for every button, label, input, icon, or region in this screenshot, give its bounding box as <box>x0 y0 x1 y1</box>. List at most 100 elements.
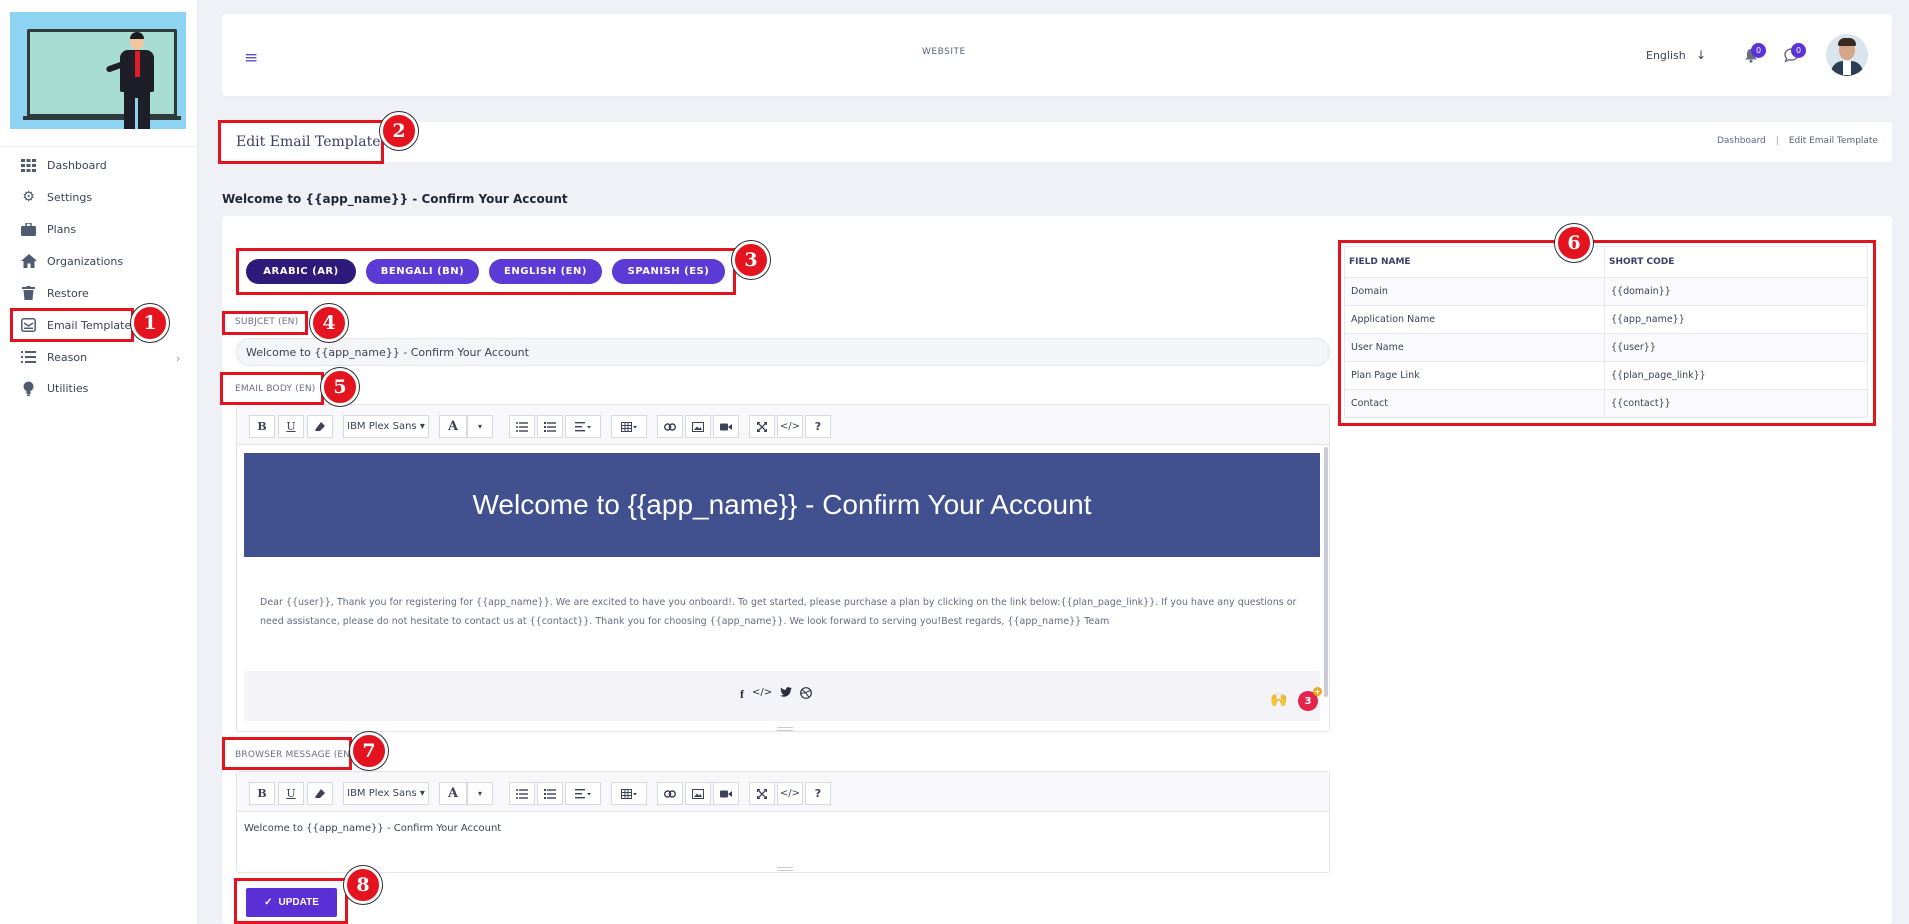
font-family-dropdown[interactable]: IBM Plex Sans ▾ <box>343 782 429 805</box>
list-icon <box>20 350 37 365</box>
bullet-list-icon[interactable] <box>509 415 535 438</box>
email-body-label: EMAIL BODY (EN) <box>235 384 316 394</box>
twitter-icon[interactable] <box>780 687 793 702</box>
browser-message-label: BROWSER MESSAGE (EN) <box>235 750 354 760</box>
help-button[interactable]: ? <box>805 782 831 805</box>
font-color-button[interactable]: A <box>439 415 467 438</box>
browser-message-text[interactable]: Welcome to {{app_name}} - Confirm Your A… <box>244 823 501 834</box>
email-footer: f </> 🙌 3 <box>244 671 1322 721</box>
eraser-icon[interactable] <box>307 415 333 438</box>
editor-scrollbar[interactable] <box>1324 447 1328 697</box>
short-code-cell: {{plan_page_link}} <box>1604 361 1868 390</box>
underline-button[interactable]: U <box>278 782 304 805</box>
editor-resize-handle[interactable] <box>777 727 793 731</box>
video-icon[interactable] <box>713 415 739 438</box>
field-name-cell: Application Name <box>1344 305 1605 334</box>
short-code-cell: {{user}} <box>1604 333 1868 362</box>
sidebar-item-settings[interactable]: ⚙ Settings <box>20 186 92 208</box>
annotation-number-6: 6 <box>1555 224 1593 262</box>
tab-spanish[interactable]: SPANISH (ES) <box>612 259 725 284</box>
link-icon[interactable] <box>657 415 683 438</box>
sidebar-nav <box>0 146 198 147</box>
home-icon <box>20 254 37 269</box>
sidebar-item-restore[interactable]: Restore <box>20 282 89 304</box>
email-body-editor[interactable]: B U IBM Plex Sans ▾ A ▾ </> ? Welcome to… <box>236 404 1330 732</box>
numbered-list-icon[interactable] <box>537 782 563 805</box>
browser-message-editor[interactable]: B U IBM Plex Sans ▾ A ▾ </> ? Welcome to… <box>236 771 1330 873</box>
code-icon[interactable]: </> <box>752 687 772 702</box>
underline-button[interactable]: U <box>278 415 304 438</box>
table-row: Domain {{domain}} <box>1344 277 1868 306</box>
table-row: Plan Page Link {{plan_page_link}} <box>1344 361 1868 390</box>
hamburger-menu-icon[interactable]: ≡ <box>244 48 258 68</box>
whiteboard-illustration <box>27 29 177 117</box>
dribbble-icon[interactable] <box>800 687 813 702</box>
briefcase-icon <box>20 222 37 237</box>
tab-arabic[interactable]: ARABIC (AR) <box>246 259 356 284</box>
fullscreen-icon[interactable] <box>749 415 775 438</box>
field-name-cell: Domain <box>1344 277 1605 306</box>
font-family-dropdown[interactable]: IBM Plex Sans ▾ <box>343 415 429 438</box>
breadcrumb: Dashboard | Edit Email Template <box>1717 136 1878 146</box>
editor-resize-handle[interactable] <box>777 867 793 871</box>
image-icon[interactable] <box>685 415 711 438</box>
sidebar-item-email-template[interactable]: Email Template <box>20 314 131 336</box>
column-header: SHORT CODE <box>1604 246 1868 278</box>
table-icon[interactable] <box>611 782 647 805</box>
link-icon[interactable] <box>657 782 683 805</box>
color-dropdown-icon[interactable]: ▾ <box>467 415 493 438</box>
raised-hands-icon: 🙌 <box>1270 692 1288 708</box>
table-row: Application Name {{app_name}} <box>1344 305 1868 334</box>
sidebar-item-utilities[interactable]: Utilities <box>20 377 88 399</box>
bold-button[interactable]: B <box>249 782 275 805</box>
sidebar-item-label: Reason <box>47 350 88 364</box>
chevron-right-icon[interactable]: › <box>176 352 180 365</box>
email-body-toolbar: B U IBM Plex Sans ▾ A ▾ </> ? <box>237 405 1329 445</box>
table-icon[interactable] <box>611 415 647 438</box>
sidebar-item-organizations[interactable]: Organizations <box>20 250 123 272</box>
bullet-list-icon[interactable] <box>509 782 535 805</box>
facebook-icon[interactable]: f <box>740 687 744 702</box>
email-template-icon <box>20 318 37 333</box>
color-dropdown-icon[interactable]: ▾ <box>467 782 493 805</box>
align-dropdown-icon[interactable] <box>565 782 601 805</box>
emoji-count-badge: 3 <box>1298 687 1322 711</box>
field-name-cell: User Name <box>1344 333 1605 362</box>
annotation-number-5: 5 <box>321 368 359 406</box>
tab-bengali[interactable]: BENGALI (BN) <box>366 259 479 284</box>
numbered-list-icon[interactable] <box>537 415 563 438</box>
eraser-icon[interactable] <box>307 782 333 805</box>
field-name-cell: Contact <box>1344 389 1605 418</box>
language-selector[interactable]: English <box>1646 49 1686 62</box>
bold-button[interactable]: B <box>249 415 275 438</box>
website-link[interactable]: WEBSITE <box>922 47 966 57</box>
sidebar-item-plans[interactable]: Plans <box>20 218 76 240</box>
notification-count-badge: 0 <box>1751 43 1766 58</box>
subject-input[interactable]: Welcome to {{app_name}} - Confirm Your A… <box>236 338 1330 366</box>
trash-icon <box>20 286 37 301</box>
table-header-row: FIELD NAME SHORT CODE <box>1344 246 1868 278</box>
annotation-number-4: 4 <box>310 304 348 342</box>
table-row: User Name {{user}} <box>1344 333 1868 362</box>
fullscreen-icon[interactable] <box>749 782 775 805</box>
page-title: Edit Email Template <box>236 134 381 150</box>
short-code-cell: {{contact}} <box>1604 389 1868 418</box>
email-preview[interactable]: Welcome to {{app_name}} - Confirm Your A… <box>244 453 1322 721</box>
help-button[interactable]: ? <box>805 415 831 438</box>
tab-english[interactable]: ENGLISH (EN) <box>489 259 602 284</box>
video-icon[interactable] <box>713 782 739 805</box>
sidebar-item-reason[interactable]: Reason <box>20 346 87 368</box>
image-icon[interactable] <box>685 782 711 805</box>
align-dropdown-icon[interactable] <box>565 415 601 438</box>
sidebar-item-label: Settings <box>47 190 93 204</box>
font-color-button[interactable]: A <box>439 782 467 805</box>
code-view-icon[interactable]: </> <box>777 782 803 805</box>
code-view-icon[interactable]: </> <box>777 415 803 438</box>
top-header: ≡ WEBSITE English ↓ 0 0 <box>222 14 1892 96</box>
breadcrumb-dashboard[interactable]: Dashboard <box>1717 136 1766 146</box>
arrow-down-icon[interactable]: ↓ <box>1696 48 1706 62</box>
sidebar-item-dashboard[interactable]: Dashboard <box>20 154 107 176</box>
update-button[interactable]: ✓ UPDATE <box>246 888 337 917</box>
sidebar-item-label: Utilities <box>47 381 89 395</box>
avatar[interactable] <box>1826 34 1868 76</box>
